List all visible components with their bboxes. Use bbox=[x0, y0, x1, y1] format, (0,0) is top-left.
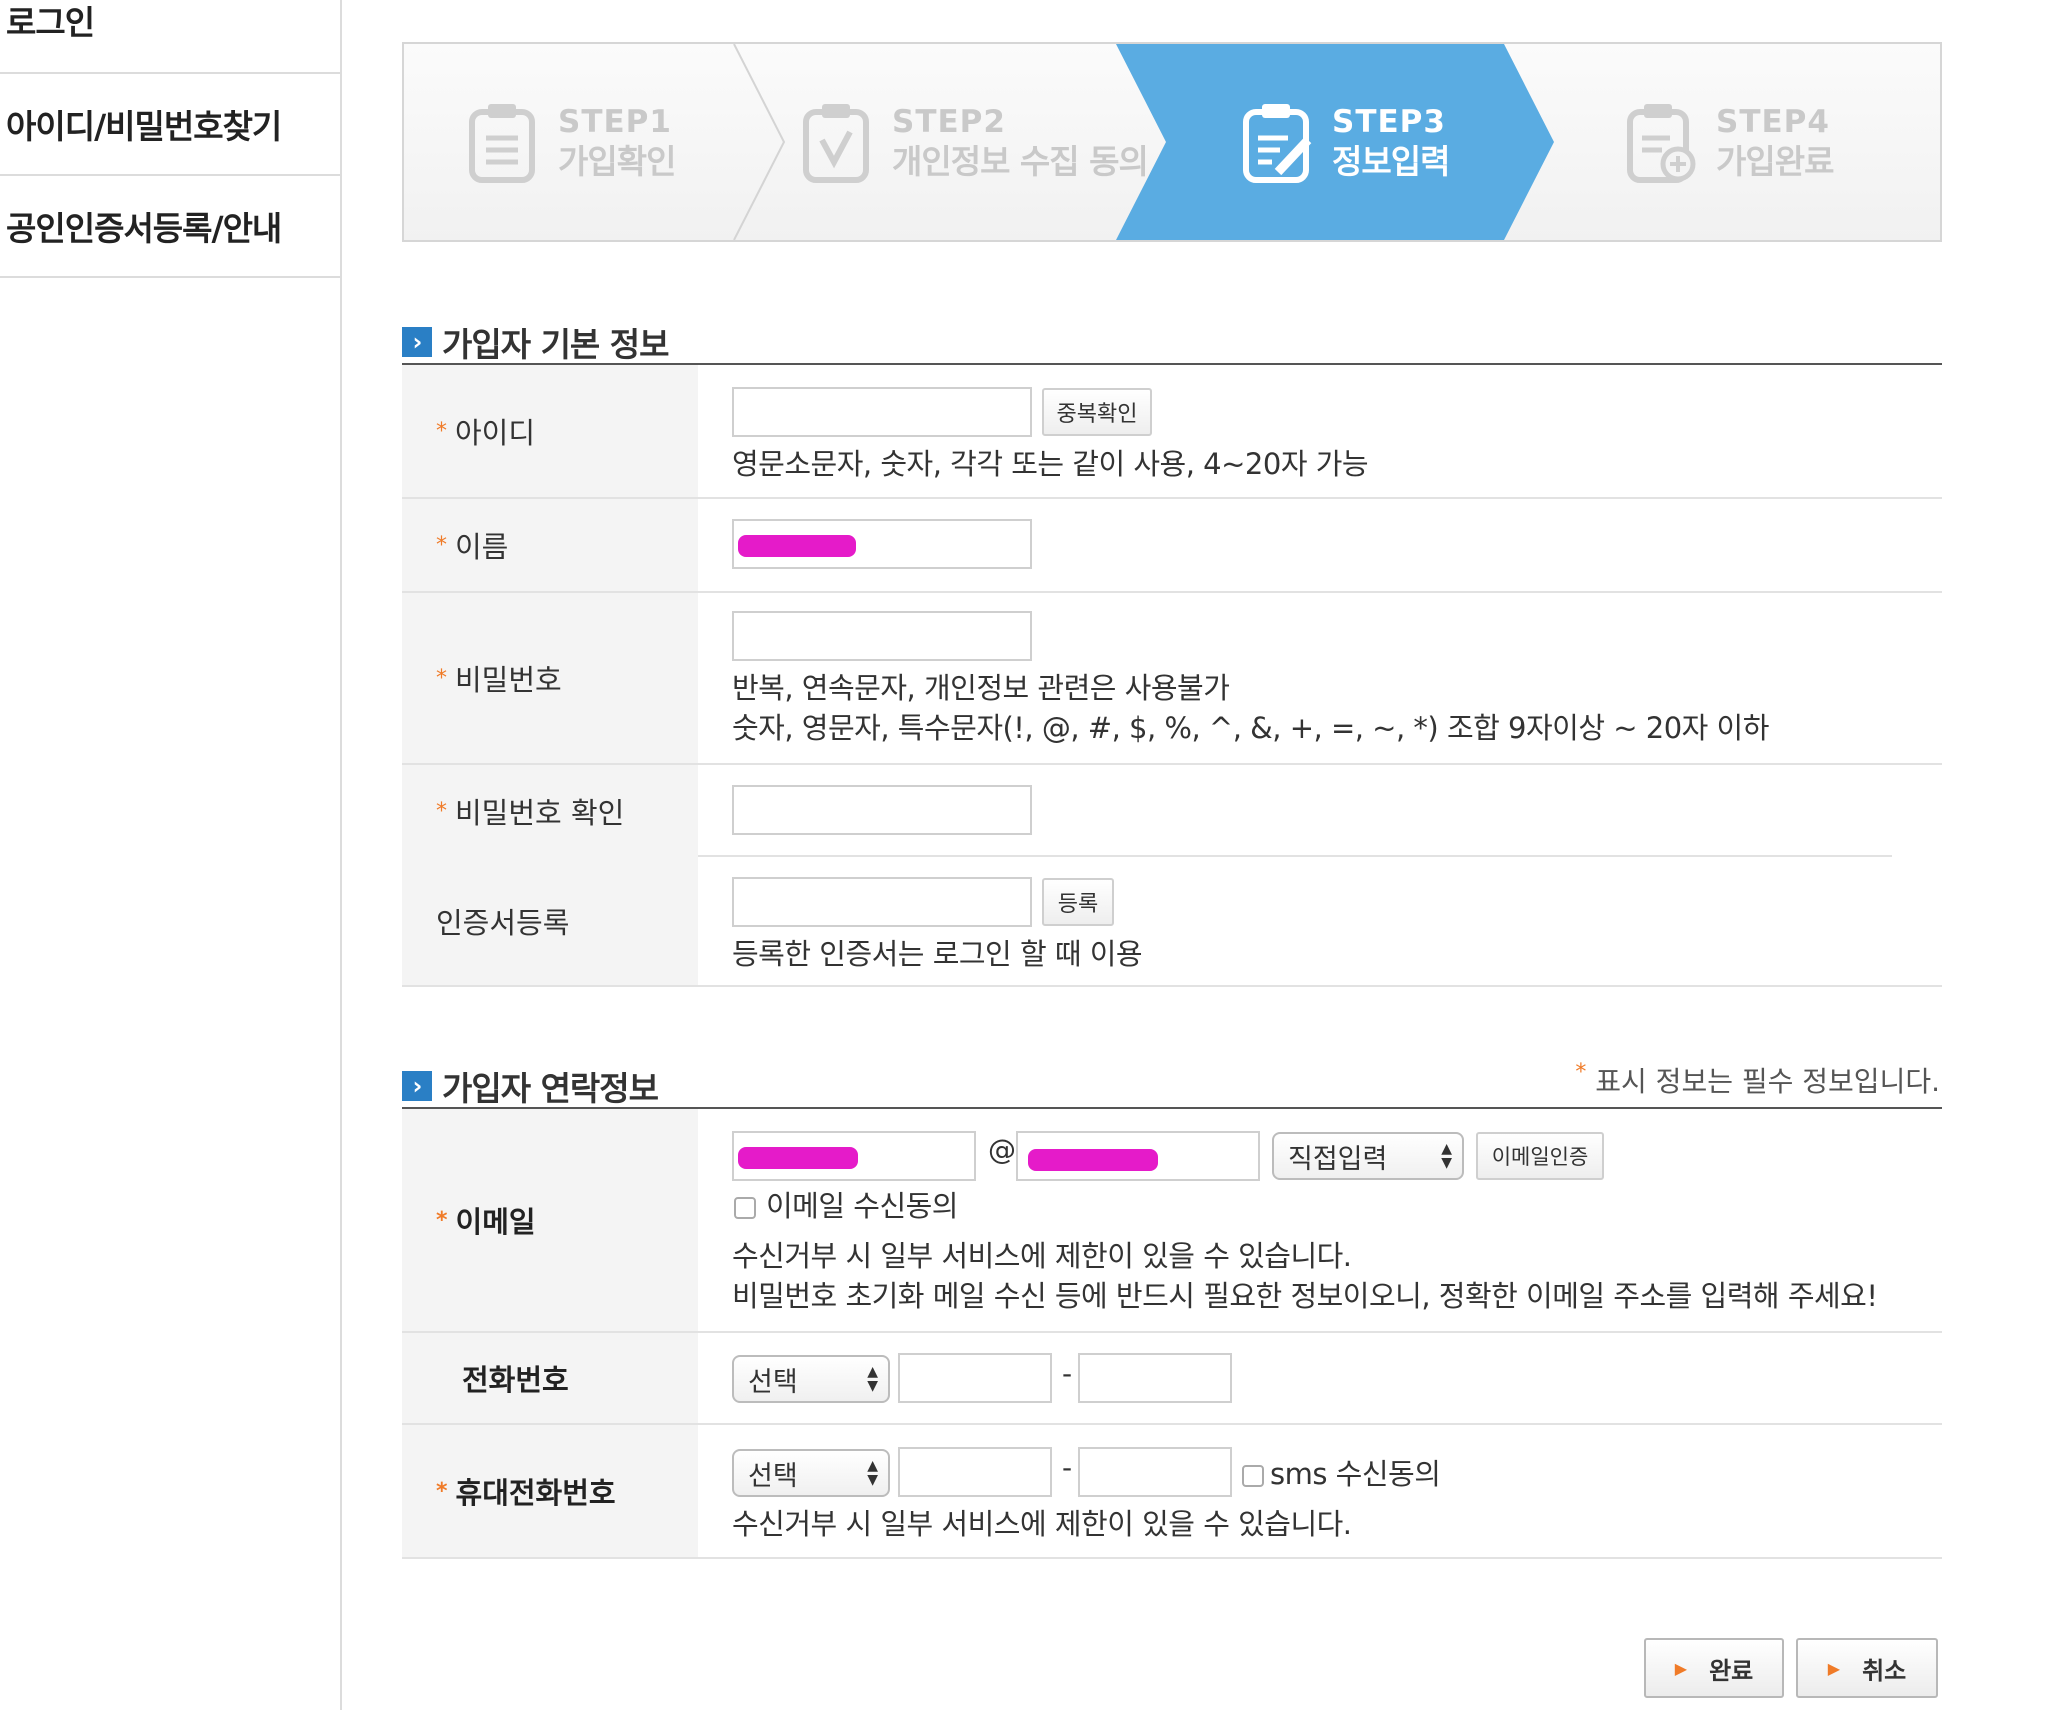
step-label: 정보입력 bbox=[1332, 142, 1450, 181]
form-row-name: * 이름 bbox=[402, 499, 1942, 593]
field-label: * 비밀번호 확인 bbox=[402, 765, 698, 857]
clipboard-plus-icon bbox=[1627, 104, 1696, 183]
section-title-basic: › 가입자 기본 정보 bbox=[402, 318, 669, 366]
step-number: STEP2 bbox=[892, 104, 1006, 140]
required-note-text: 표시 정보는 필수 정보입니다. bbox=[1595, 1065, 1940, 1098]
password-confirm-input[interactable] bbox=[732, 785, 1032, 835]
clipboard-list-icon bbox=[469, 104, 535, 183]
select-caret-icon: ▲ ▼ bbox=[867, 1458, 878, 1488]
register-certificate-button[interactable]: 등록 bbox=[1042, 878, 1114, 926]
form-row-phone: 전화번호 선택 ▲ ▼ - bbox=[402, 1333, 1942, 1425]
mobile-prefix-select[interactable]: 선택 ▲ ▼ bbox=[732, 1449, 890, 1497]
field-label: 전화번호 bbox=[402, 1333, 698, 1423]
redacted-value bbox=[738, 535, 856, 557]
field-label: * 이메일 bbox=[402, 1109, 698, 1331]
field-label: * 이름 bbox=[402, 499, 698, 591]
step-2: STEP2 개인정보 수집 동의 bbox=[802, 44, 1149, 240]
sidebar-item-certificate[interactable]: 공인인증서등록/안내 bbox=[0, 176, 340, 278]
field-label: * 휴대전화번호 bbox=[402, 1425, 698, 1557]
form-row-email: * 이메일 @ 직접입력 ▲ ▼ 이메일인증 이메일 수신동의 수신거부 시 일부 … bbox=[402, 1109, 1942, 1333]
form-row-password-confirm: * 비밀번호 확인 bbox=[402, 765, 1942, 857]
required-star: * bbox=[436, 1207, 448, 1233]
dash: - bbox=[1062, 1357, 1073, 1390]
duplicate-check-button[interactable]: 중복확인 bbox=[1042, 388, 1152, 436]
basic-info-form: * 아이디 중복확인 영문소문자, 숫자, 각각 또는 같이 사용, 4~20자 … bbox=[402, 363, 1942, 987]
sms-consent-checkbox[interactable] bbox=[1242, 1465, 1264, 1487]
email-consent-checkbox[interactable] bbox=[734, 1197, 756, 1219]
phone-middle-input[interactable] bbox=[898, 1353, 1052, 1403]
sidebar-item-label: 로그인 bbox=[6, 3, 95, 42]
password-help-2: 숫자, 영문자, 특수문자(!, @, #, $, %, ^, &, +, =,… bbox=[732, 711, 1769, 745]
step-4: STEP4 가입완료 bbox=[1626, 44, 1834, 240]
sms-consent-label: sms 수신동의 bbox=[1270, 1457, 1441, 1491]
play-icon: ▶ bbox=[1827, 1658, 1841, 1678]
step-3: STEP3 정보입력 bbox=[1242, 44, 1450, 240]
required-star: * bbox=[436, 418, 447, 444]
chevron-right-icon: › bbox=[402, 327, 432, 357]
section-title-text: 가입자 연락정보 bbox=[442, 1069, 659, 1108]
password-input[interactable] bbox=[732, 611, 1032, 661]
sidebar-item-find-account[interactable]: 아이디/비밀번호찾기 bbox=[0, 74, 340, 176]
mobile-middle-input[interactable] bbox=[898, 1447, 1052, 1497]
section-title-contact: › 가입자 연락정보 bbox=[402, 1062, 659, 1110]
sidebar-item-label: 공인인증서등록/안내 bbox=[6, 209, 282, 248]
redacted-value bbox=[1028, 1149, 1158, 1171]
step-label: 가입완료 bbox=[1716, 142, 1834, 181]
step-number: STEP4 bbox=[1716, 104, 1830, 140]
required-note: * 표시 정보는 필수 정보입니다. bbox=[1575, 1060, 1940, 1100]
phone-last-input[interactable] bbox=[1078, 1353, 1232, 1403]
required-star: * bbox=[436, 798, 447, 824]
certificate-help-text: 등록한 인증서는 로그인 할 때 이용 bbox=[732, 937, 1143, 971]
required-star: * bbox=[436, 1478, 448, 1504]
clipboard-edit-icon bbox=[1243, 104, 1312, 183]
mobile-help-text: 수신거부 시 일부 서비스에 제한이 있을 수 있습니다. bbox=[732, 1507, 1352, 1541]
password-help-1: 반복, 연속문자, 개인정보 관련은 사용불가 bbox=[732, 671, 1230, 705]
field-label: * 아이디 bbox=[402, 365, 698, 497]
step-1: STEP1 가입확인 bbox=[468, 44, 676, 240]
step-label: 개인정보 수집 동의 bbox=[892, 142, 1149, 181]
id-help-text: 영문소문자, 숫자, 각각 또는 같이 사용, 4~20자 가능 bbox=[732, 447, 1369, 481]
clipboard-check-icon bbox=[803, 104, 869, 183]
form-row-certificate: 인증서등록 등록 등록한 인증서는 로그인 할 때 이용 bbox=[402, 857, 1942, 987]
section-title-text: 가입자 기본 정보 bbox=[442, 325, 669, 364]
signup-steps: STEP1 가입확인 STEP2 개인정보 수집 동의 STEP3 정보입력 S… bbox=[402, 42, 1942, 242]
certificate-input[interactable] bbox=[732, 877, 1032, 927]
step-number: STEP1 bbox=[558, 104, 672, 140]
dash: - bbox=[1062, 1451, 1073, 1484]
submit-button[interactable]: ▶ 완료 bbox=[1644, 1638, 1784, 1698]
form-row-password: * 비밀번호 반복, 연속문자, 개인정보 관련은 사용불가 숫자, 영문자, 특… bbox=[402, 593, 1942, 765]
field-label: * 비밀번호 bbox=[402, 593, 698, 763]
required-star: * bbox=[436, 532, 447, 558]
form-row-mobile: * 휴대전화번호 선택 ▲ ▼ - sms 수신동의 수신거부 시 일부 서비스에 … bbox=[402, 1425, 1942, 1559]
email-domain-select[interactable]: 직접입력 ▲ ▼ bbox=[1272, 1132, 1464, 1180]
at-sign: @ bbox=[988, 1133, 1016, 1166]
email-consent-label: 이메일 수신동의 bbox=[766, 1189, 958, 1223]
field-label: 인증서등록 bbox=[402, 857, 698, 985]
redacted-value bbox=[738, 1147, 858, 1169]
phone-prefix-select[interactable]: 선택 ▲ ▼ bbox=[732, 1355, 890, 1403]
id-input[interactable] bbox=[732, 387, 1032, 437]
email-help-2: 비밀번호 초기화 메일 수신 등에 반드시 필요한 정보이오니, 정확한 이메일… bbox=[732, 1279, 1878, 1313]
step-number: STEP3 bbox=[1332, 104, 1446, 140]
select-caret-icon: ▲ ▼ bbox=[1441, 1141, 1452, 1171]
required-star: * bbox=[436, 665, 447, 691]
email-help-1: 수신거부 시 일부 서비스에 제한이 있을 수 있습니다. bbox=[732, 1239, 1352, 1273]
sidebar-item-login[interactable]: 로그인 bbox=[0, 0, 340, 74]
chevron-right-icon: › bbox=[402, 1071, 432, 1101]
required-star: * bbox=[1575, 1060, 1587, 1085]
select-caret-icon: ▲ ▼ bbox=[867, 1364, 878, 1394]
play-icon: ▶ bbox=[1674, 1658, 1688, 1678]
mobile-last-input[interactable] bbox=[1078, 1447, 1232, 1497]
cancel-button[interactable]: ▶ 취소 bbox=[1796, 1638, 1938, 1698]
form-row-id: * 아이디 중복확인 영문소문자, 숫자, 각각 또는 같이 사용, 4~20자 … bbox=[402, 365, 1942, 499]
email-verify-button[interactable]: 이메일인증 bbox=[1476, 1132, 1604, 1180]
sidebar-item-label: 아이디/비밀번호찾기 bbox=[6, 107, 282, 146]
contact-info-form: * 이메일 @ 직접입력 ▲ ▼ 이메일인증 이메일 수신동의 수신거부 시 일부 … bbox=[402, 1107, 1942, 1559]
step-label: 가입확인 bbox=[558, 142, 676, 181]
sidebar: 로그인 아이디/비밀번호찾기 공인인증서등록/안내 bbox=[0, 0, 342, 1710]
